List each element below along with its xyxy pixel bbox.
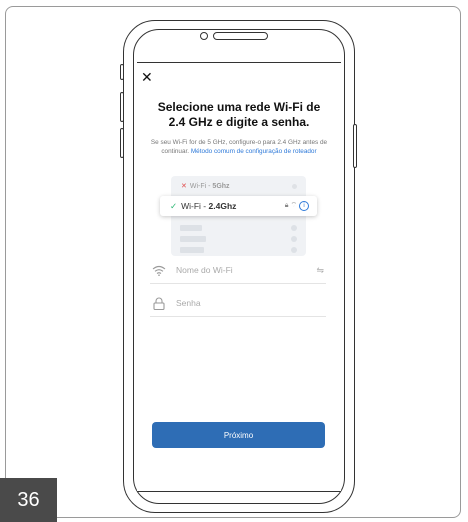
page-title: Selecione uma rede Wi-Fi de 2.4 GHz e di…: [157, 100, 321, 129]
password-input[interactable]: [174, 297, 326, 309]
placeholder-network: [180, 236, 206, 242]
wifi-5ghz-label: Wi-Fi -: [189, 183, 213, 190]
password-row: [150, 290, 326, 317]
lock-small-icon: 🔒︎: [284, 202, 289, 209]
info-icon: i: [299, 201, 309, 211]
close-icon[interactable]: ✕: [141, 70, 153, 84]
subtitle: Se seu Wi-Fi for de 5 GHz, configure-o p…: [150, 139, 328, 156]
placeholder-network: [180, 225, 202, 231]
wifi-name-row: ⇋: [150, 257, 326, 284]
check-icon: ✓: [170, 201, 178, 211]
swap-icon[interactable]: ⇋: [316, 265, 324, 276]
phone-volume-up: [120, 92, 124, 122]
wifi-status-icons: 🔒︎ ⌔ i: [285, 196, 309, 216]
front-camera: [200, 32, 208, 40]
phone-power-button: [353, 124, 357, 168]
wifi-icon: [150, 261, 168, 279]
wifi-name-input[interactable]: [174, 264, 317, 276]
phone-volume-down: [120, 128, 124, 158]
wifi-2-4ghz-band: 2.4Ghz: [208, 201, 237, 211]
placeholder-dot: [291, 247, 297, 253]
next-button[interactable]: Próximo: [152, 422, 325, 448]
placeholder-dot: [291, 225, 297, 231]
wifi-5ghz-band: 5Ghz: [212, 183, 230, 190]
router-config-link[interactable]: Método comum de configuração de roteador: [191, 148, 317, 155]
wifi-row-5ghz: ✕ Wi-Fi - 5Ghz: [175, 181, 303, 192]
placeholder-network: [180, 247, 204, 253]
wifi-5ghz-dot: [292, 184, 297, 189]
placeholder-dot: [291, 236, 297, 242]
wifi-small-icon: ⌔: [290, 202, 298, 209]
phone-mute-switch: [120, 64, 124, 80]
earpiece-speaker: [213, 32, 268, 40]
error-x-icon: ✕: [181, 183, 187, 190]
wifi-2-4ghz-label: Wi-Fi -: [181, 201, 209, 211]
page-number: 36: [0, 478, 57, 522]
wifi-row-2-4ghz: ✓ Wi-Fi - 2.4Ghz 🔒︎ ⌔ i: [160, 196, 317, 216]
lock-icon: [150, 294, 168, 312]
